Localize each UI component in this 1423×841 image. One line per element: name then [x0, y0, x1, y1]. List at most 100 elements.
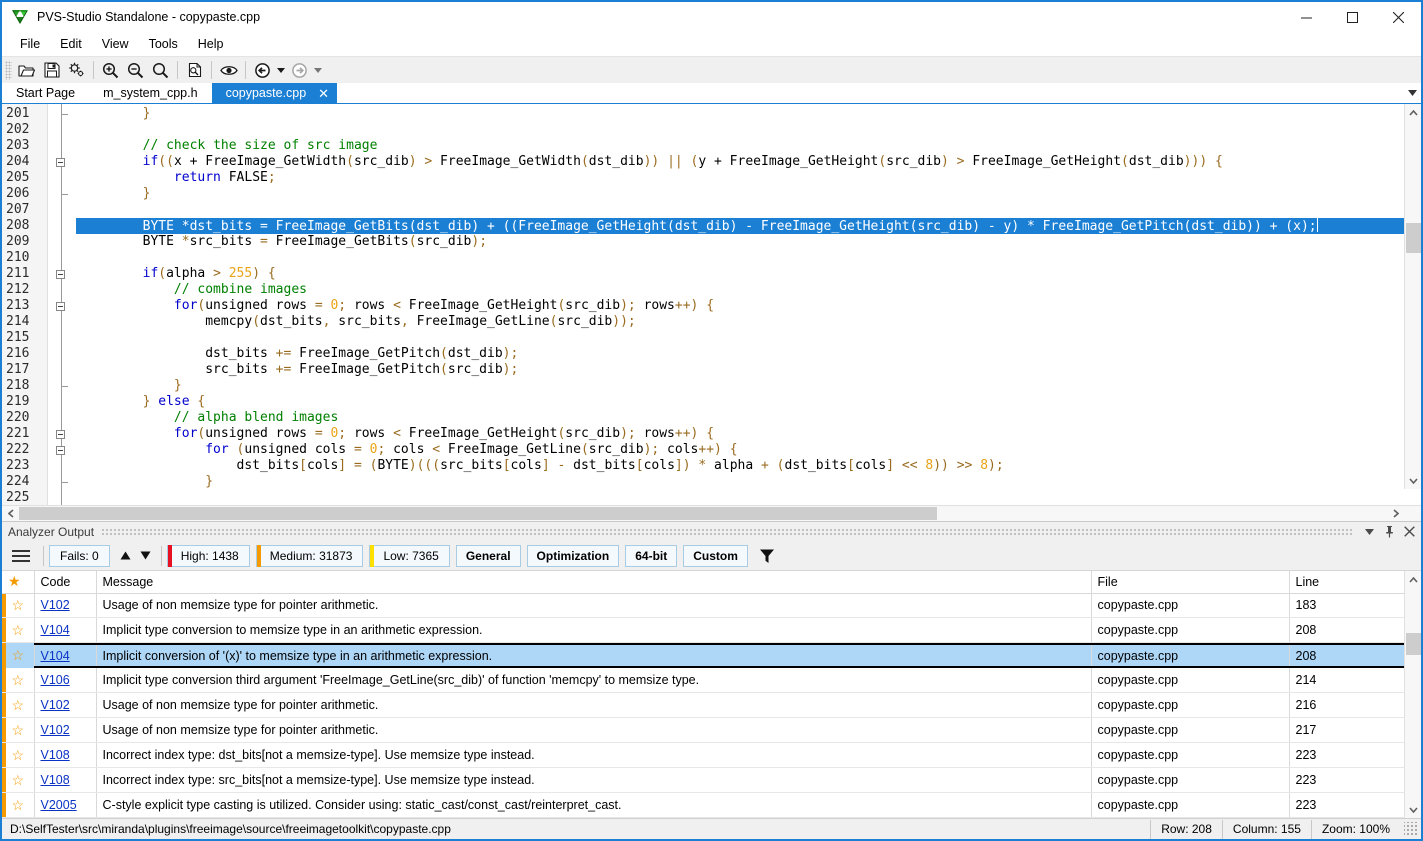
- code-line[interactable]: dst_bits[cols] = (BYTE)(((src_bits[cols]…: [76, 458, 1421, 474]
- fold-marker[interactable]: [48, 202, 76, 218]
- toolbar-grip[interactable]: [5, 60, 12, 80]
- tab-close-icon[interactable]: ✕: [318, 87, 329, 100]
- diagnostic-code-link[interactable]: V108: [41, 748, 70, 762]
- star-outline-icon[interactable]: ☆: [11, 597, 24, 613]
- funnel-filter-icon[interactable]: [754, 545, 780, 567]
- diagnostic-code-link[interactable]: V102: [41, 723, 70, 737]
- star-outline-icon[interactable]: ☆: [11, 722, 24, 738]
- filter-low[interactable]: Low: 7365: [369, 544, 450, 567]
- navigate-back-icon[interactable]: [250, 59, 275, 82]
- diagnostic-code-link[interactable]: V104: [41, 649, 70, 663]
- column-header-code[interactable]: Code: [34, 571, 97, 594]
- table-scroll-up-arrow-icon[interactable]: [1405, 571, 1421, 588]
- fold-marker[interactable]: [48, 282, 76, 298]
- row-mark-cell[interactable]: ☆: [2, 642, 35, 668]
- fold-marker[interactable]: [48, 330, 76, 346]
- code-text-area[interactable]: } // check the size of src image if((x +…: [76, 104, 1421, 505]
- row-mark-cell[interactable]: ☆: [2, 742, 35, 769]
- star-filled-icon[interactable]: ★: [8, 573, 21, 589]
- table-row[interactable]: ☆ V102 Usage of non memsize type for point…: [2, 717, 1408, 744]
- fold-marker[interactable]: [48, 250, 76, 266]
- star-outline-icon[interactable]: ☆: [11, 622, 24, 638]
- column-header-file[interactable]: File: [1091, 571, 1290, 594]
- table-vertical-scrollbar[interactable]: [1404, 571, 1421, 818]
- scroll-right-arrow-icon[interactable]: [1387, 506, 1404, 521]
- filter-medium[interactable]: Medium: 31873: [255, 544, 364, 567]
- panel-pin-icon[interactable]: [1381, 523, 1397, 541]
- fold-marker[interactable]: [48, 154, 76, 170]
- code-line[interactable]: }: [76, 106, 1421, 122]
- scroll-left-arrow-icon[interactable]: [2, 506, 19, 521]
- row-mark-cell[interactable]: ☆: [2, 692, 35, 719]
- fold-collapse-icon[interactable]: [56, 430, 65, 439]
- diagnostic-code-link[interactable]: V104: [41, 623, 70, 637]
- resize-grip[interactable]: [1404, 822, 1418, 836]
- tab-m-system-cpp-h[interactable]: m_system_cpp.h: [89, 83, 212, 103]
- row-mark-cell[interactable]: ☆: [2, 667, 35, 694]
- row-code-cell[interactable]: V108: [34, 742, 97, 769]
- fold-marker[interactable]: [48, 490, 76, 505]
- row-code-cell[interactable]: V104: [34, 617, 97, 644]
- code-line[interactable]: BYTE *dst_bits = FreeImage_GetBits(dst_d…: [76, 218, 1421, 234]
- star-outline-icon[interactable]: ☆: [11, 772, 24, 788]
- star-outline-icon[interactable]: ☆: [11, 697, 24, 713]
- star-outline-icon[interactable]: ☆: [11, 747, 24, 763]
- row-mark-cell[interactable]: ☆: [2, 593, 35, 619]
- code-line[interactable]: BYTE *src_bits = FreeImage_GetBits(src_d…: [76, 234, 1421, 250]
- row-code-cell[interactable]: V104: [34, 642, 97, 668]
- category-optimization[interactable]: Optimization: [526, 544, 620, 567]
- arrow-down-icon[interactable]: [136, 545, 156, 567]
- code-line[interactable]: [76, 330, 1421, 346]
- table-row[interactable]: ☆ V102 Usage of non memsize type for point…: [2, 593, 1408, 619]
- code-line[interactable]: // alpha blend images: [76, 410, 1421, 426]
- fold-marker[interactable]: [48, 474, 76, 490]
- code-line[interactable]: // check the size of src image: [76, 138, 1421, 154]
- tab-start-page[interactable]: Start Page: [2, 83, 90, 103]
- code-line[interactable]: [76, 250, 1421, 266]
- diagnostic-code-link[interactable]: V102: [41, 598, 70, 612]
- fold-marker[interactable]: [48, 170, 76, 186]
- row-code-cell[interactable]: V102: [34, 593, 97, 619]
- code-line[interactable]: }: [76, 378, 1421, 394]
- fold-marker[interactable]: [48, 362, 76, 378]
- filter-high[interactable]: High: 1438: [166, 544, 250, 567]
- fold-collapse-icon[interactable]: [56, 158, 65, 167]
- table-row[interactable]: ☆ V2005 C-style explicit type casting is u…: [2, 792, 1408, 818]
- table-row[interactable]: ☆ V108 Incorrect index type: dst_bits[not …: [2, 742, 1408, 769]
- diagnostic-code-link[interactable]: V102: [41, 698, 70, 712]
- fold-marker[interactable]: [48, 346, 76, 362]
- zoom-in-icon[interactable]: [98, 59, 123, 82]
- row-code-cell[interactable]: V106: [34, 667, 97, 694]
- navigate-back-dropdown[interactable]: [275, 59, 287, 82]
- star-outline-icon[interactable]: ☆: [11, 647, 24, 663]
- diagnostic-code-link[interactable]: V108: [41, 773, 70, 787]
- eye-preview-icon[interactable]: [216, 59, 241, 82]
- scroll-up-arrow-icon[interactable]: [1404, 104, 1421, 121]
- fold-marker[interactable]: [48, 410, 76, 426]
- zoom-out-icon[interactable]: [123, 59, 148, 82]
- menu-item-edit[interactable]: Edit: [50, 34, 92, 54]
- open-file-in-editor-icon[interactable]: [182, 59, 207, 82]
- editor-h-scroll-thumb[interactable]: [19, 507, 937, 520]
- table-row[interactable]: ☆ V104 Implicit conversion of '(x)' to mem…: [2, 642, 1408, 668]
- menu-item-file[interactable]: File: [10, 34, 50, 54]
- row-code-cell[interactable]: V108: [34, 767, 97, 793]
- code-line[interactable]: for(unsigned rows = 0; rows < FreeImage_…: [76, 298, 1421, 314]
- panel-drag-dots[interactable]: [101, 528, 1354, 535]
- column-header-mark[interactable]: ★: [2, 571, 35, 594]
- code-line[interactable]: for (unsigned cols = 0; cols < FreeImage…: [76, 442, 1421, 458]
- fold-marker[interactable]: [48, 314, 76, 330]
- zoom-reset-icon[interactable]: [148, 59, 173, 82]
- fold-marker[interactable]: [48, 426, 76, 442]
- diagnostic-code-link[interactable]: V106: [41, 673, 70, 687]
- row-code-cell[interactable]: V2005: [34, 792, 97, 818]
- table-scroll-thumb[interactable]: [1406, 633, 1421, 655]
- fold-collapse-icon[interactable]: [56, 302, 65, 311]
- panel-menu-chevron-down-icon[interactable]: [1361, 523, 1377, 541]
- star-outline-icon[interactable]: ☆: [11, 672, 24, 688]
- fold-collapse-icon[interactable]: [56, 270, 65, 279]
- row-code-cell[interactable]: V102: [34, 717, 97, 744]
- row-mark-cell[interactable]: ☆: [2, 767, 35, 793]
- fold-marker[interactable]: [48, 122, 76, 138]
- menu-item-help[interactable]: Help: [188, 34, 234, 54]
